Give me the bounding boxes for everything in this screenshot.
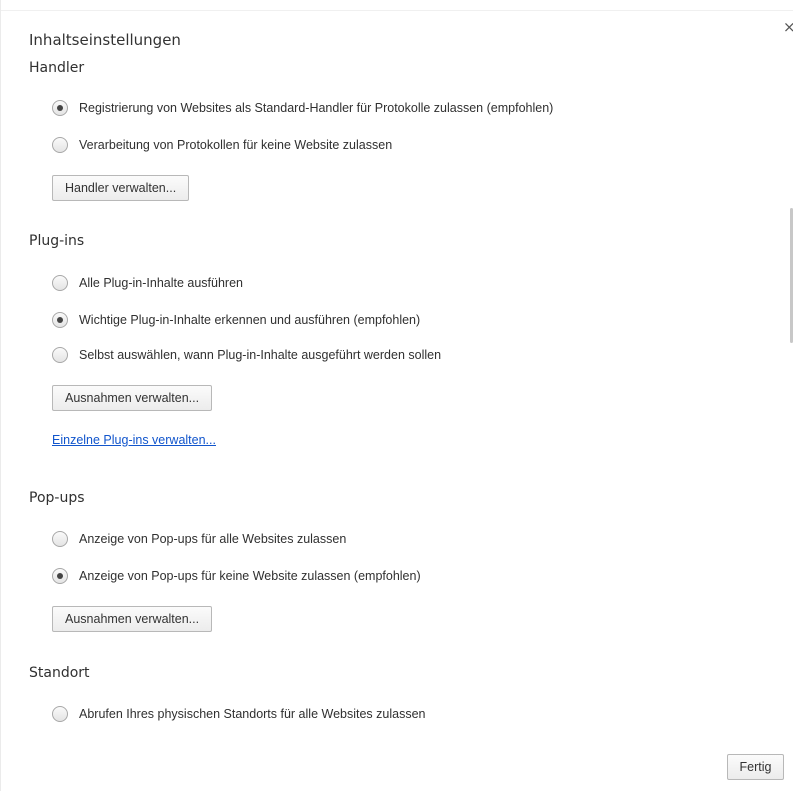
radio-handler-allow[interactable]: Registrierung von Websites als Standard-…	[52, 98, 553, 118]
manage-plugin-exceptions-button[interactable]: Ausnahmen verwalten...	[52, 385, 213, 411]
radio-label: Abrufen Ihres physischen Standorts für a…	[79, 707, 426, 721]
close-icon[interactable]: ×	[783, 20, 793, 35]
radio-button[interactable]	[52, 531, 68, 547]
radio-label: Alle Plug-in-Inhalte ausführen	[79, 276, 243, 290]
radio-button[interactable]	[52, 706, 68, 722]
radio-button[interactable]	[52, 275, 68, 291]
radio-button[interactable]	[52, 100, 68, 116]
radio-plugins-run-all[interactable]: Alle Plug-in-Inhalte ausführen	[52, 273, 243, 293]
radio-label: Anzeige von Pop-ups für alle Websites zu…	[79, 532, 347, 546]
radio-label: Verarbeitung von Protokollen für keine W…	[79, 138, 393, 152]
content-settings-dialog: × Inhaltseinstellungen Handler Registrie…	[0, 0, 793, 791]
radio-label: Wichtige Plug-in-Inhalte erkennen und au…	[79, 313, 421, 327]
radio-handler-deny[interactable]: Verarbeitung von Protokollen für keine W…	[52, 135, 392, 155]
manage-popup-exceptions-button[interactable]: Ausnahmen verwalten...	[52, 606, 213, 632]
radio-label: Anzeige von Pop-ups für keine Website zu…	[79, 569, 421, 583]
radio-button[interactable]	[52, 347, 68, 363]
manage-individual-plugins-link[interactable]: Einzelne Plug-ins verwalten...	[52, 433, 216, 447]
section-heading-handler: Handler	[29, 60, 85, 76]
radio-label: Selbst auswählen, wann Plug-in-Inhalte a…	[79, 348, 442, 362]
radio-button[interactable]	[52, 137, 68, 153]
section-heading-plugins: Plug-ins	[29, 233, 85, 249]
dialog-title: Inhaltseinstellungen	[29, 31, 181, 49]
dialog-left-border	[0, 0, 1, 791]
section-heading-popups: Pop-ups	[29, 490, 85, 506]
radio-location-allow-all[interactable]: Abrufen Ihres physischen Standorts für a…	[52, 704, 425, 724]
radio-button[interactable]	[52, 568, 68, 584]
radio-popups-block[interactable]: Anzeige von Pop-ups für keine Website zu…	[52, 566, 421, 586]
radio-popups-allow-all[interactable]: Anzeige von Pop-ups für alle Websites zu…	[52, 529, 346, 549]
dialog-top-border	[0, 0, 793, 11]
manage-handlers-button[interactable]: Handler verwalten...	[52, 175, 190, 201]
section-heading-location: Standort	[29, 665, 90, 681]
radio-button[interactable]	[52, 312, 68, 328]
radio-plugins-detect-important[interactable]: Wichtige Plug-in-Inhalte erkennen und au…	[52, 310, 420, 330]
done-button[interactable]: Fertig	[727, 754, 784, 780]
radio-plugins-click-to-play[interactable]: Selbst auswählen, wann Plug-in-Inhalte a…	[52, 345, 441, 365]
radio-label: Registrierung von Websites als Standard-…	[79, 101, 554, 115]
